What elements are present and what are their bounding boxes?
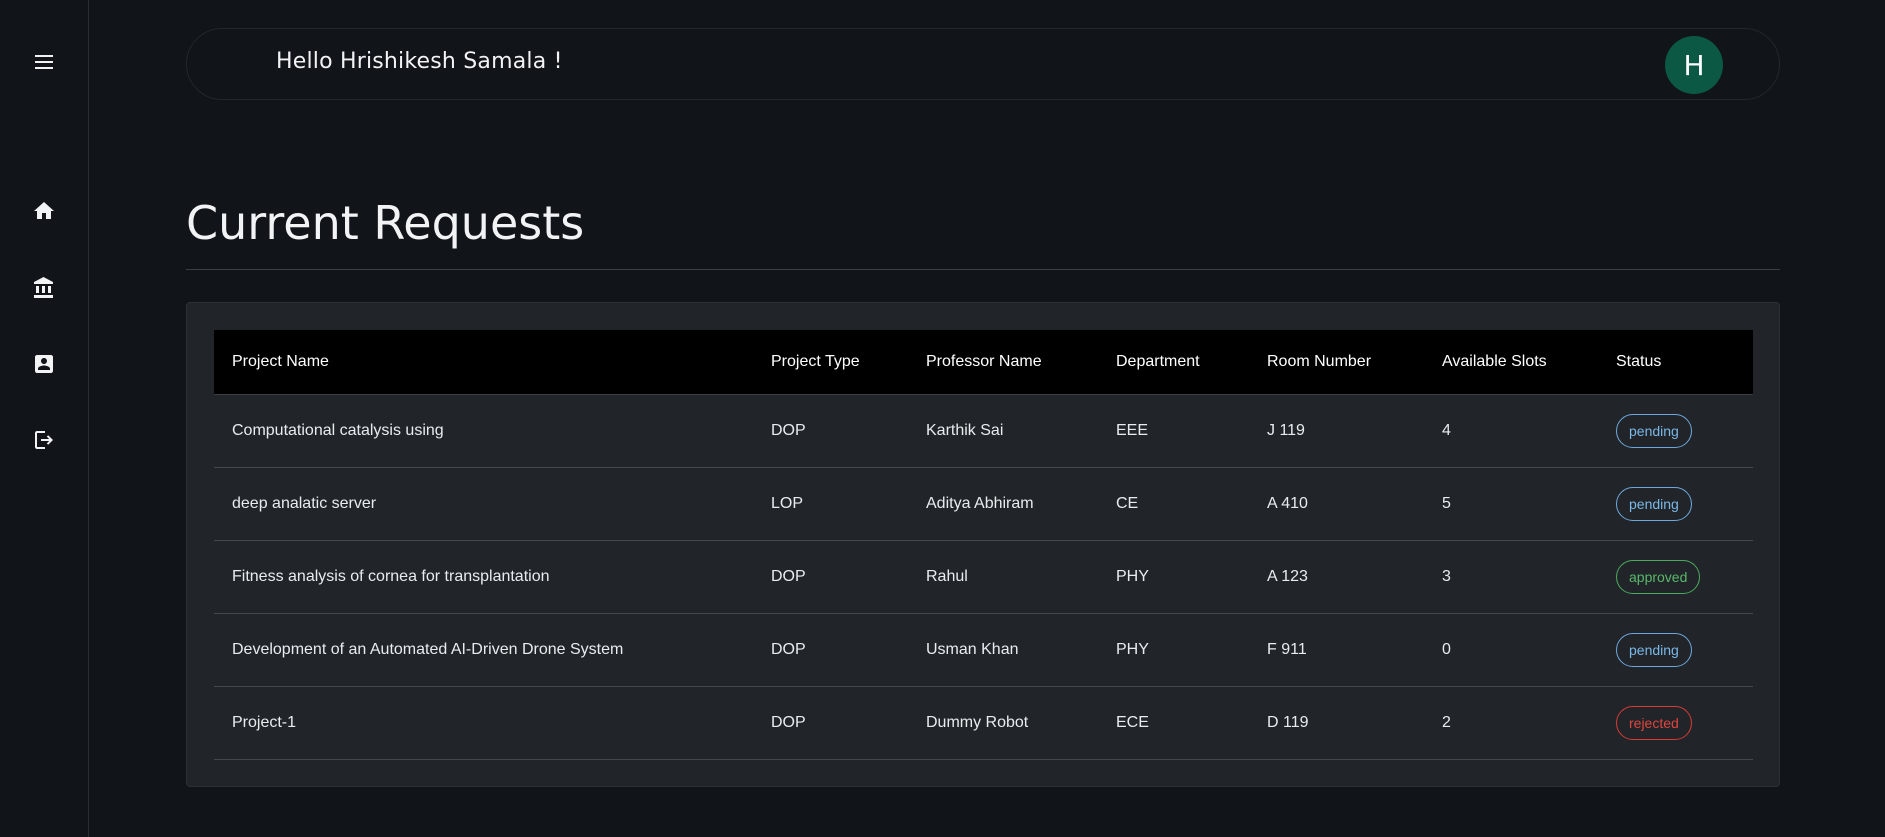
department-cell: EEE xyxy=(1098,394,1249,468)
status-cell: rejected xyxy=(1598,686,1753,760)
page-title: Current Requests xyxy=(186,196,585,250)
slots-cell: 0 xyxy=(1424,613,1598,687)
institution-button[interactable] xyxy=(24,268,64,308)
institution-icon xyxy=(34,277,53,298)
status-cell: approved xyxy=(1598,540,1753,614)
professor-cell: Usman Khan xyxy=(908,613,1098,687)
menu-icon xyxy=(35,55,53,69)
table-row[interactable]: Development of an Automated AI-Driven Dr… xyxy=(214,613,1753,687)
home-icon xyxy=(34,202,54,219)
table-row[interactable]: Computational catalysis using DOP Karthi… xyxy=(214,394,1753,468)
status-badge: approved xyxy=(1616,559,1701,594)
column-header: Professor Name xyxy=(908,330,1098,395)
table-row[interactable]: deep analatic server LOP Aditya Abhiram … xyxy=(214,467,1753,541)
professor-cell: Rahul xyxy=(908,540,1098,614)
department-cell: CE xyxy=(1098,467,1249,541)
status-cell: pending xyxy=(1598,394,1753,468)
project-type-cell: LOP xyxy=(753,467,908,541)
logout-button[interactable] xyxy=(24,420,64,460)
contact-card-icon xyxy=(35,355,53,373)
status-cell: pending xyxy=(1598,613,1753,687)
slots-cell: 4 xyxy=(1424,394,1598,468)
project-name-cell: Development of an Automated AI-Driven Dr… xyxy=(214,613,753,687)
professor-cell: Karthik Sai xyxy=(908,394,1098,468)
table-row[interactable]: Project-1 DOP Dummy Robot ECE D 119 2 re… xyxy=(214,686,1753,760)
column-header: Status xyxy=(1598,330,1753,395)
project-name-cell: Fitness analysis of cornea for transplan… xyxy=(214,540,753,614)
column-header: Available Slots xyxy=(1424,330,1598,395)
greeting-text: Hello Hrishikesh Samala ! xyxy=(276,49,563,74)
professor-cell: Dummy Robot xyxy=(908,686,1098,760)
project-name-cell: Project-1 xyxy=(214,686,753,760)
status-badge: pending xyxy=(1616,413,1692,448)
room-cell: J 119 xyxy=(1249,394,1424,468)
project-type-cell: DOP xyxy=(753,686,908,760)
column-header: Project Name xyxy=(214,330,753,395)
status-badge: pending xyxy=(1616,486,1692,521)
room-cell: A 123 xyxy=(1249,540,1424,614)
column-header: Department xyxy=(1098,330,1249,395)
column-header: Room Number xyxy=(1249,330,1424,395)
room-cell: A 410 xyxy=(1249,467,1424,541)
project-name-cell: Computational catalysis using xyxy=(214,394,753,468)
logout-icon xyxy=(35,431,53,449)
department-cell: PHY xyxy=(1098,540,1249,614)
menu-button[interactable] xyxy=(24,42,64,82)
slots-cell: 5 xyxy=(1424,467,1598,541)
project-type-cell: DOP xyxy=(753,613,908,687)
slots-cell: 3 xyxy=(1424,540,1598,614)
home-button[interactable] xyxy=(24,191,64,231)
requests-table: Project Name Project Type Professor Name… xyxy=(214,330,1753,760)
column-header: Project Type xyxy=(753,330,908,395)
avatar[interactable]: H xyxy=(1665,36,1723,94)
department-cell: ECE xyxy=(1098,686,1249,760)
status-cell: pending xyxy=(1598,467,1753,541)
room-cell: D 119 xyxy=(1249,686,1424,760)
requests-card: Project Name Project Type Professor Name… xyxy=(186,302,1780,787)
table-header-row: Project Name Project Type Professor Name… xyxy=(214,330,1753,395)
department-cell: PHY xyxy=(1098,613,1249,687)
professor-cell: Aditya Abhiram xyxy=(908,467,1098,541)
slots-cell: 2 xyxy=(1424,686,1598,760)
project-name-cell: deep analatic server xyxy=(214,467,753,541)
room-cell: F 911 xyxy=(1249,613,1424,687)
top-header: Hello Hrishikesh Samala ! H xyxy=(186,28,1780,100)
sidebar xyxy=(0,0,89,837)
status-badge: rejected xyxy=(1616,705,1692,740)
title-divider xyxy=(186,269,1780,270)
profile-button[interactable] xyxy=(24,344,64,384)
project-type-cell: DOP xyxy=(753,394,908,468)
status-badge: pending xyxy=(1616,632,1692,667)
project-type-cell: DOP xyxy=(753,540,908,614)
table-row[interactable]: Fitness analysis of cornea for transplan… xyxy=(214,540,1753,614)
